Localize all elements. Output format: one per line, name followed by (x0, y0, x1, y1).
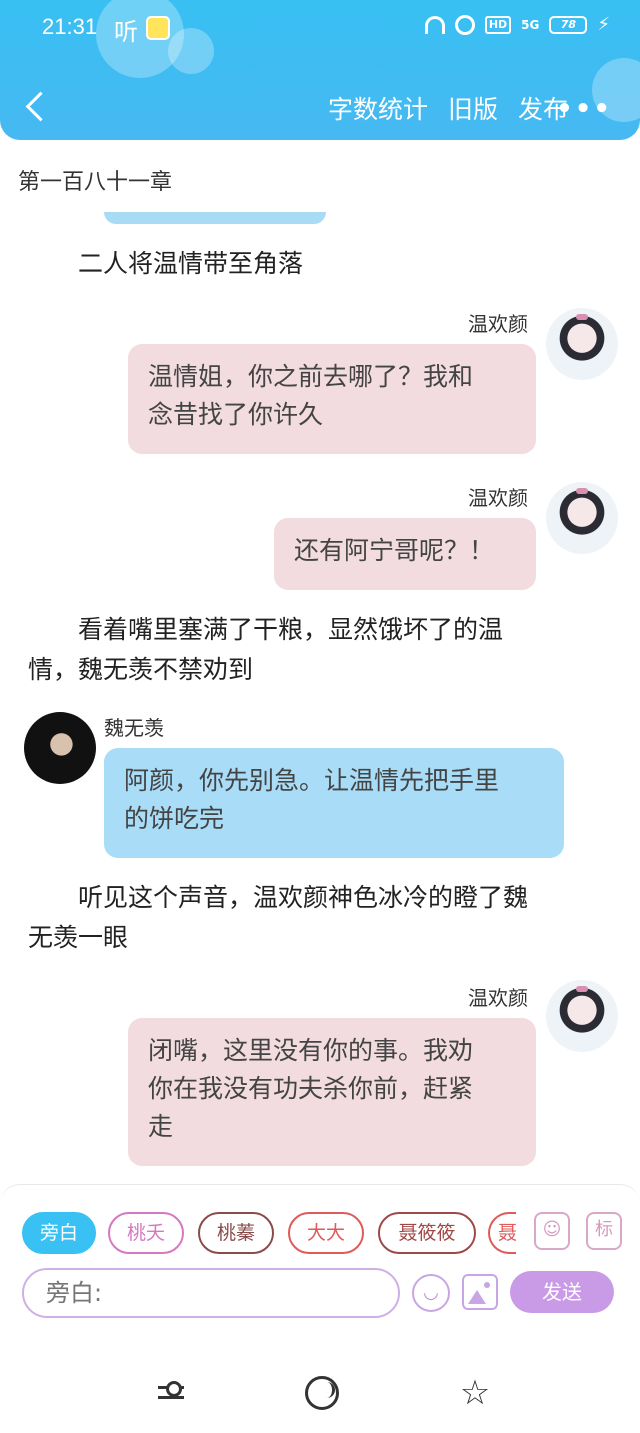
hd-icon: HD (484, 15, 512, 34)
narration-line: 看着嘴里塞满了干粮，显然饿坏了的温 (78, 615, 504, 644)
dialogue-input[interactable] (22, 1268, 400, 1318)
person-card-icon[interactable]: ☺ (534, 1212, 570, 1250)
top-header: 21:31 听 HD 5G 78 ⚡ 字数统计 旧版 发布 ••• (0, 0, 640, 140)
speaker-name: 温欢颜 (468, 986, 528, 1010)
status-bar: 21:31 听 HD 5G 78 ⚡ (0, 0, 640, 56)
role-chip-narrator[interactable]: 旁白 (22, 1212, 96, 1254)
message-line: 的饼吃完 (124, 804, 225, 833)
settings-icon[interactable] (154, 1376, 188, 1410)
alarm-icon (454, 14, 475, 35)
message-line: 念昔找了你许久 (148, 400, 324, 429)
message-bubble[interactable]: 阿颜，你先别急。让温情先把手里 的饼吃完 (104, 748, 564, 858)
charging-icon: ⚡ (597, 14, 610, 35)
battery-icon: 78 (549, 15, 588, 34)
image-icon[interactable] (462, 1274, 498, 1310)
send-button[interactable]: 发送 (510, 1271, 614, 1313)
narration-line: 听见这个声音，温欢颜神色冰冷的瞪了魏 (78, 883, 529, 912)
message-line: 阿颜，你先别急。让温情先把手里 (124, 766, 500, 795)
avatar[interactable] (546, 980, 618, 1052)
narration-text[interactable]: 看着嘴里塞满了干粮，显然饿坏了的温 情，魏无羡不禁劝到 (28, 610, 628, 690)
status-icons: HD 5G 78 ⚡ (424, 14, 610, 35)
message-bubble[interactable]: 温情姐，你之前去哪了？我和 念昔找了你许久 (128, 344, 536, 454)
avatar[interactable] (24, 712, 96, 784)
nav-actions: 字数统计 旧版 发布 (328, 90, 568, 126)
message-line: 温情姐，你之前去哪了？我和 (148, 362, 474, 391)
narration-line: 无羡一眼 (28, 923, 129, 952)
message-line: 你在我没有功夫杀你前，赶紧 (148, 1074, 474, 1103)
nav-bar: 字数统计 旧版 发布 ••• (0, 80, 640, 136)
old-version-button[interactable]: 旧版 (448, 90, 498, 126)
avatar[interactable] (546, 482, 618, 554)
role-chip-dada[interactable]: 大大 (288, 1212, 364, 1254)
narration-text[interactable]: 二人将温情带至角落 (78, 244, 303, 284)
role-chip-taoyao[interactable]: 桃夭 (108, 1212, 184, 1254)
circle-icon[interactable] (305, 1376, 339, 1410)
speaker-name: 温欢颜 (468, 312, 528, 336)
narration-line: 二人将温情带至角落 (78, 249, 304, 278)
status-time: 21:31 (42, 14, 98, 39)
tag-button[interactable]: 标 (586, 1212, 622, 1250)
message-line: 走 (148, 1112, 174, 1141)
signal-icon: 5G (521, 17, 540, 32)
speaker-name: 温欢颜 (468, 486, 528, 510)
partial-message-bubble (104, 212, 326, 224)
word-count-button[interactable]: 字数统计 (328, 90, 428, 126)
listen-icon: 听 (114, 18, 138, 46)
role-chip-niexiaoxiao[interactable]: 聂筱筱 (378, 1212, 476, 1254)
narration-text[interactable]: 听见这个声音，温欢颜神色冰冷的瞪了魏 无羡一眼 (28, 878, 628, 958)
role-chip-taozhen[interactable]: 桃蓁 (198, 1212, 274, 1254)
chapter-title: 第一百八十一章 (18, 170, 173, 195)
back-icon[interactable] (22, 92, 52, 122)
message-bubble[interactable]: 还有阿宁哥呢？！ (274, 518, 536, 590)
message-line: 还有阿宁哥呢？！ (294, 536, 495, 565)
emoji-icon[interactable]: ◡ (412, 1274, 450, 1312)
avatar[interactable] (546, 308, 618, 380)
app-notification-icon (146, 16, 170, 40)
speaker-name: 魏无羡 (104, 716, 164, 740)
message-line: 闭嘴，这里没有你的事。我劝 (148, 1036, 474, 1065)
narration-line: 情，魏无羡不禁劝到 (28, 655, 254, 684)
message-bubble[interactable]: 闭嘴，这里没有你的事。我劝 你在我没有功夫杀你前，赶紧 走 (128, 1018, 536, 1166)
more-icon[interactable]: ••• (556, 94, 612, 124)
star-icon[interactable]: ☆ (458, 1376, 492, 1410)
headphone-icon (424, 15, 445, 34)
role-chip-label: 聂 (498, 1222, 516, 1244)
